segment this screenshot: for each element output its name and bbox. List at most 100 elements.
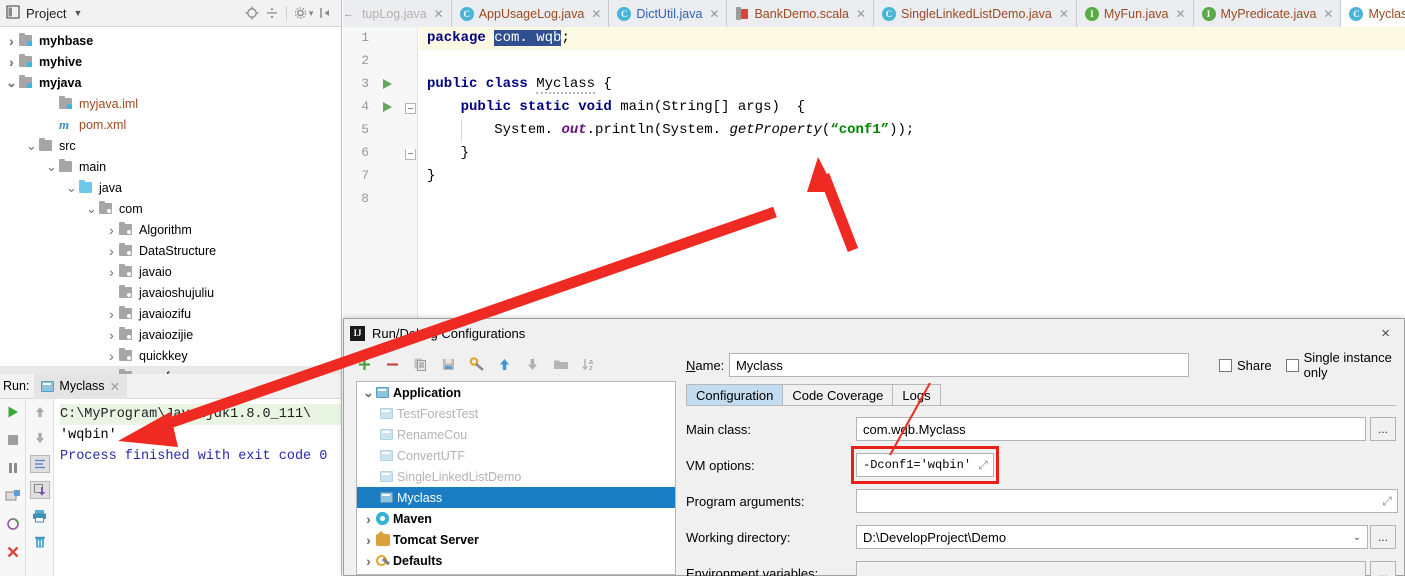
- editor-tab-appusagelog-java[interactable]: C AppUsageLog.java ✕: [451, 0, 610, 27]
- editor-tab-myfun-java[interactable]: I MyFun.java ✕: [1076, 0, 1194, 27]
- collapse-all-icon[interactable]: [262, 3, 282, 23]
- config-node-tomcat-server[interactable]: › Tomcat Server: [357, 529, 675, 550]
- tree-node-javaioshujuliu[interactable]: · javaioshujuliu: [0, 282, 341, 303]
- config-node-application[interactable]: ⌄ Application: [357, 382, 675, 403]
- name-input[interactable]: [728, 353, 1189, 377]
- run-gutter-icon[interactable]: [383, 79, 392, 89]
- tree-node-datastructure[interactable]: › DataStructure: [0, 240, 341, 261]
- field-input-working-directory[interactable]: D:\DevelopProject\Demo: [856, 525, 1368, 549]
- tree-node-myjava[interactable]: ⌄ myjava: [0, 72, 341, 93]
- browse-button[interactable]: ...: [1370, 417, 1396, 441]
- close-icon[interactable]: ✕: [110, 379, 120, 394]
- chevron-right-icon[interactable]: ›: [104, 222, 119, 238]
- config-tab-code-coverage[interactable]: Code Coverage: [782, 384, 894, 405]
- print-icon[interactable]: [30, 507, 50, 525]
- editor-tab-myclass-ja[interactable]: C Myclass.ja: [1341, 0, 1405, 27]
- scroll-down-icon[interactable]: [30, 429, 50, 447]
- tree-node-javaio[interactable]: › javaio: [0, 261, 341, 282]
- gutter-line-7[interactable]: 7: [343, 165, 417, 188]
- chevron-down-icon[interactable]: ⌄: [64, 181, 79, 194]
- restart-icon[interactable]: [3, 487, 23, 505]
- thread-dump-icon[interactable]: [3, 515, 23, 533]
- configurations-tree[interactable]: ⌄ Application TestForestTest RenameCou Conve…: [356, 381, 676, 575]
- save-icon[interactable]: [440, 356, 457, 373]
- move-up-icon[interactable]: [496, 356, 513, 373]
- config-tab-logs[interactable]: Logs: [892, 384, 941, 405]
- gutter-line-5[interactable]: 5: [343, 119, 417, 142]
- clear-all-trash-icon[interactable]: [30, 533, 50, 551]
- close-icon[interactable]: ✕: [1323, 7, 1333, 21]
- config-tab-configuration[interactable]: Configuration: [686, 384, 784, 405]
- project-tree[interactable]: ›myhbase›myhive⌄myjava·myjava.iml·mpom.x…: [0, 27, 341, 374]
- close-icon[interactable]: ✕: [709, 7, 719, 21]
- config-node-myclass[interactable]: Myclass: [357, 487, 675, 508]
- chevron-right-icon[interactable]: ›: [104, 327, 119, 343]
- gutter-line-3[interactable]: 3: [343, 73, 417, 96]
- expand-editor-icon[interactable]: ⤢: [1378, 494, 1396, 509]
- editor-tab-mypredicate-java[interactable]: I MyPredicate.java ✕: [1193, 0, 1342, 27]
- chevron-right-icon[interactable]: ›: [361, 553, 376, 569]
- gutter-line-4[interactable]: 4: [343, 96, 417, 119]
- chevron-right-icon[interactable]: ›: [104, 306, 119, 322]
- configuration-tabs[interactable]: Configuration Code Coverage Logs: [686, 383, 1396, 405]
- gutter-line-6[interactable]: 6: [343, 142, 417, 165]
- gutter-line-1[interactable]: 1: [343, 27, 417, 50]
- stop-icon[interactable]: [3, 431, 23, 449]
- close-icon[interactable]: ✕: [1059, 7, 1069, 21]
- close-icon[interactable]: ✕: [856, 7, 866, 21]
- editor-tab-singlelinkedlistdemo-java[interactable]: C SingleLinkedListDemo.java ✕: [874, 0, 1077, 27]
- hide-panel-icon[interactable]: [315, 3, 335, 23]
- config-node-maven[interactable]: › Maven: [357, 508, 675, 529]
- field-input-program-arguments[interactable]: [856, 489, 1398, 513]
- soft-wrap-icon[interactable]: [29, 455, 50, 473]
- new-folder-icon[interactable]: [552, 356, 569, 373]
- close-icon[interactable]: [3, 543, 23, 561]
- single-instance-checkbox[interactable]: Single instance only: [1285, 350, 1396, 380]
- tree-node-myjava-iml[interactable]: · myjava.iml: [0, 93, 341, 114]
- tree-node-main[interactable]: ⌄ main: [0, 156, 341, 177]
- checkbox-box[interactable]: [1218, 358, 1232, 372]
- editor-tab-tuplog-java[interactable]: tupLog.java ✕: [354, 0, 452, 27]
- field-input-main-class[interactable]: com.wqb.Myclass: [856, 417, 1366, 441]
- tree-node-src[interactable]: ⌄ src: [0, 135, 341, 156]
- chevron-right-icon[interactable]: ›: [104, 264, 119, 280]
- run-icon[interactable]: [3, 403, 23, 421]
- tree-node-pom-xml[interactable]: ·m pom.xml: [0, 114, 341, 135]
- chevron-right-icon[interactable]: ›: [361, 511, 376, 527]
- remove-icon[interactable]: [384, 356, 401, 373]
- tab-scroll-left-icon[interactable]: ←: [343, 0, 354, 27]
- code-fold-icon[interactable]: [405, 149, 416, 160]
- chevron-down-icon[interactable]: ⌄: [84, 202, 99, 215]
- close-icon[interactable]: ✕: [591, 7, 601, 21]
- tree-node-java[interactable]: ⌄ java: [0, 177, 341, 198]
- tree-node-javaiozifu[interactable]: › javaiozifu: [0, 303, 341, 324]
- chevron-down-icon[interactable]: ⌄: [4, 76, 19, 89]
- add-icon[interactable]: [356, 356, 373, 373]
- chevron-right-icon[interactable]: ›: [4, 54, 19, 70]
- dialog-close-button[interactable]: ×: [1373, 325, 1398, 342]
- chevron-right-icon[interactable]: ›: [104, 348, 119, 364]
- chevron-right-icon[interactable]: ›: [361, 532, 376, 548]
- expand-editor-icon[interactable]: ⤢: [974, 458, 992, 473]
- chevron-down-icon[interactable]: ⌄: [361, 386, 376, 399]
- chevron-down-icon[interactable]: ⌄: [44, 160, 59, 173]
- scroll-to-end-icon[interactable]: [29, 481, 50, 499]
- locate-icon[interactable]: [242, 3, 262, 23]
- browse-button[interactable]: ...: [1370, 525, 1396, 549]
- config-node-testforesttest[interactable]: TestForestTest: [357, 403, 675, 424]
- checkbox-box[interactable]: [1285, 358, 1299, 372]
- tree-node-algorithm[interactable]: › Algorithm: [0, 219, 341, 240]
- run-tab-myclass[interactable]: Myclass ✕: [34, 373, 128, 399]
- gutter-line-8[interactable]: 8: [343, 188, 417, 211]
- edit-defaults-icon[interactable]: [468, 356, 485, 373]
- close-icon[interactable]: ✕: [434, 7, 444, 21]
- config-node-renamecou[interactable]: RenameCou: [357, 424, 675, 445]
- gear-chevron-down-icon[interactable]: ▼: [307, 9, 315, 18]
- config-node-defaults[interactable]: › Defaults: [357, 550, 675, 571]
- pause-icon[interactable]: [3, 459, 23, 477]
- tree-node-com[interactable]: ⌄ com: [0, 198, 341, 219]
- config-node-convertutf[interactable]: ConvertUTF: [357, 445, 675, 466]
- copy-icon[interactable]: [412, 356, 429, 373]
- sort-alpha-icon[interactable]: az: [580, 356, 597, 373]
- share-checkbox[interactable]: Share: [1218, 358, 1272, 373]
